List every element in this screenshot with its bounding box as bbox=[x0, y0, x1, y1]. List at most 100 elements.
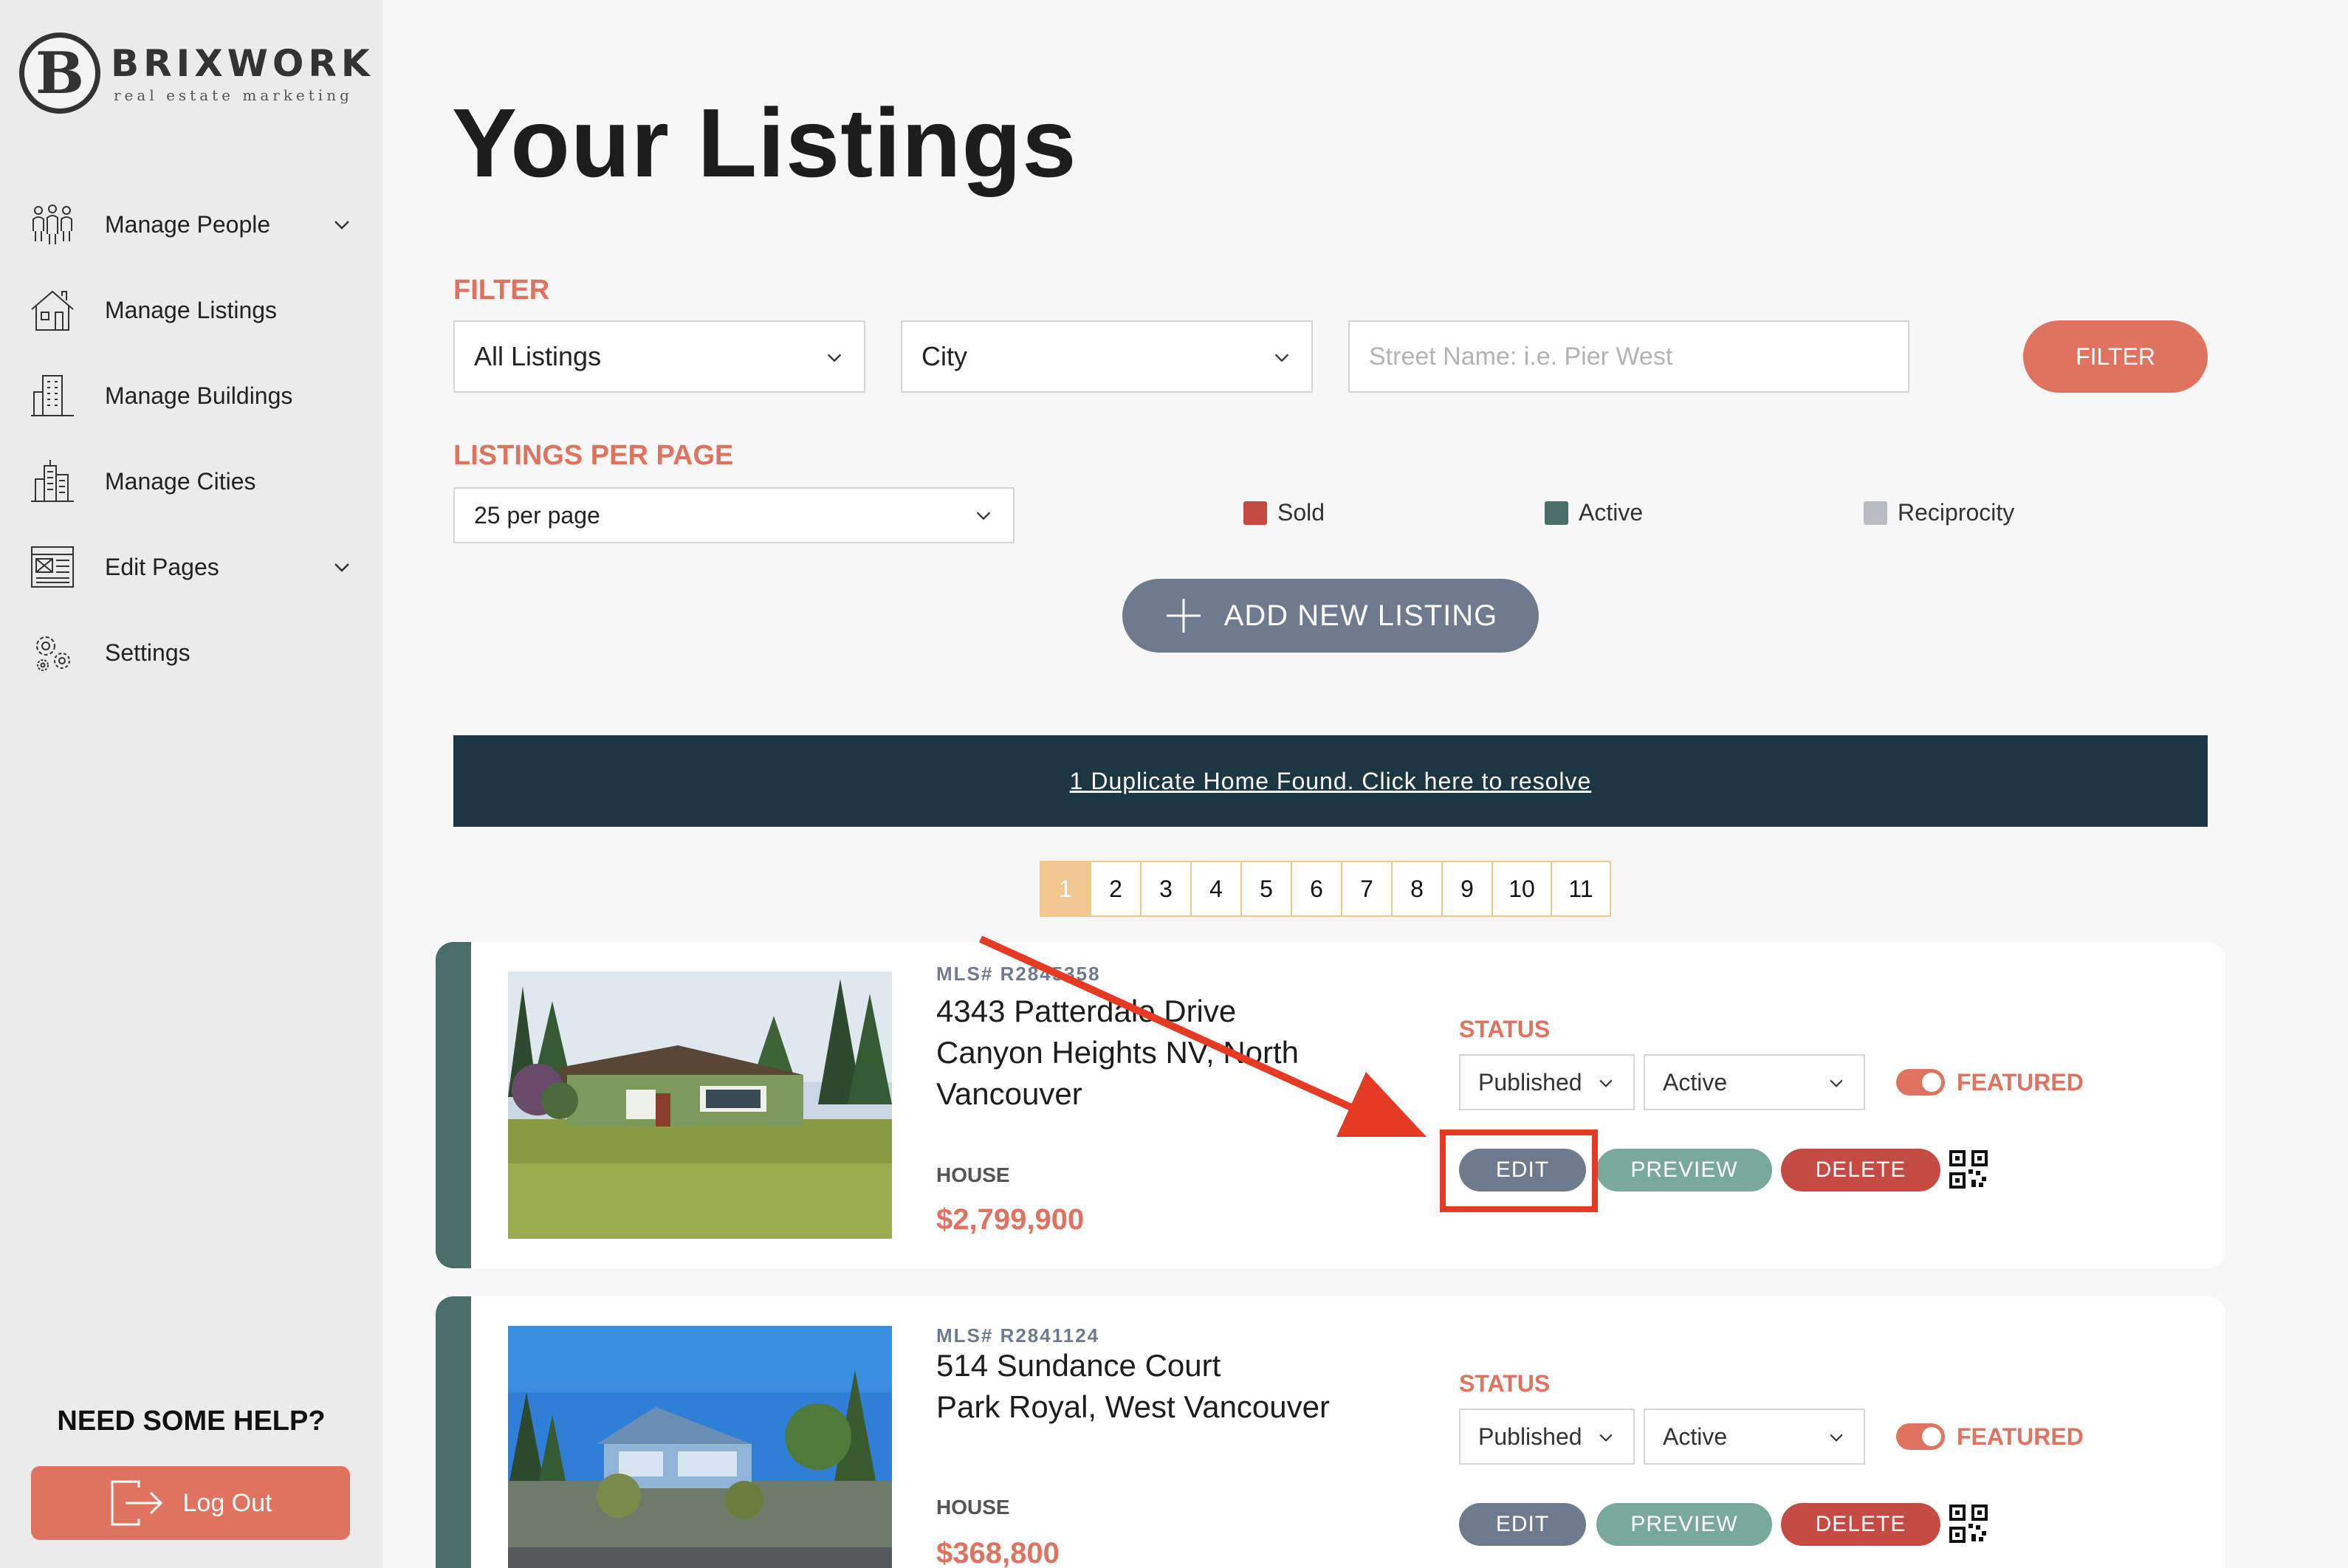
city-select[interactable]: City bbox=[901, 320, 1313, 393]
chevron-down-icon bbox=[1830, 1434, 1843, 1442]
chevron-down-icon bbox=[1599, 1434, 1613, 1442]
address-line-2: Park Royal, West Vancouver bbox=[936, 1389, 1330, 1424]
sidebar-nav: Manage People Manage Listings Manage Bui… bbox=[0, 182, 382, 695]
legend-active: Active bbox=[1545, 499, 1643, 526]
listing-card: MLS# R2841124 514 Sundance Court Park Ro… bbox=[436, 1296, 2225, 1568]
listing-status-select[interactable]: Active bbox=[1644, 1409, 1865, 1465]
listing-address[interactable]: 4343 Patterdale Drive Canyon Heights NV,… bbox=[936, 991, 1394, 1115]
address-line-1: 4343 Patterdale Drive bbox=[936, 994, 1237, 1028]
page-button-4[interactable]: 4 bbox=[1190, 861, 1242, 917]
address-line-2: Canyon Heights NV, North Vancouver bbox=[936, 1035, 1300, 1111]
mls-number: MLS# R2845358 bbox=[936, 963, 1101, 985]
legend-label: Reciprocity bbox=[1898, 499, 2015, 526]
sidebar-item-settings[interactable]: Settings bbox=[0, 610, 382, 695]
listing-address[interactable]: 514 Sundance Court Park Royal, West Vanc… bbox=[936, 1345, 1394, 1428]
listing-price: $368,800 bbox=[936, 1537, 1060, 1568]
featured-label: FEATURED bbox=[1957, 1069, 2084, 1096]
sidebar-item-edit-pages[interactable]: Edit Pages bbox=[0, 524, 382, 610]
qr-code-icon[interactable] bbox=[1949, 1150, 1988, 1189]
sidebar-item-manage-listings[interactable]: Manage Listings bbox=[0, 267, 382, 353]
logout-button[interactable]: Log Out bbox=[31, 1466, 350, 1540]
chevron-down-icon[interactable] bbox=[331, 556, 353, 578]
page-title: Your Listings bbox=[452, 89, 1077, 197]
qr-code-icon[interactable] bbox=[1949, 1505, 1988, 1543]
listing-photo[interactable] bbox=[508, 972, 892, 1239]
brand-tagline: real estate marketing bbox=[114, 86, 353, 104]
listing-status-value: Active bbox=[1663, 1423, 1728, 1450]
listing-status-select[interactable]: Active bbox=[1644, 1054, 1865, 1110]
address-line-1: 514 Sundance Court bbox=[936, 1348, 1221, 1383]
legend-label: Sold bbox=[1277, 499, 1325, 526]
delete-button[interactable]: DELETE bbox=[1781, 1149, 1940, 1192]
logo-mark: B bbox=[19, 32, 100, 114]
listing-price: $2,799,900 bbox=[936, 1203, 1085, 1236]
legend-reciprocity: Reciprocity bbox=[1864, 499, 2014, 526]
chevron-down-icon[interactable] bbox=[331, 213, 353, 235]
status-color-bar bbox=[436, 942, 471, 1268]
page-icon bbox=[31, 546, 74, 588]
delete-button[interactable]: DELETE bbox=[1781, 1503, 1940, 1546]
listing-status-value: Active bbox=[1663, 1068, 1728, 1096]
page-button-7[interactable]: 7 bbox=[1341, 861, 1393, 917]
city-icon bbox=[31, 460, 74, 502]
legend-sold: Sold bbox=[1243, 499, 1325, 526]
preview-button[interactable]: PREVIEW bbox=[1596, 1149, 1772, 1192]
listing-type-select[interactable]: All Listings bbox=[453, 320, 865, 393]
duplicate-notice-banner: 1 Duplicate Home Found. Click here to re… bbox=[453, 735, 2208, 827]
edit-button[interactable]: EDIT bbox=[1459, 1149, 1586, 1192]
per-page-select[interactable]: 25 per page bbox=[453, 487, 1015, 543]
status-label: STATUS bbox=[1459, 1016, 1551, 1042]
plus-icon bbox=[1166, 599, 1201, 633]
active-swatch bbox=[1545, 501, 1568, 525]
page-button-5[interactable]: 5 bbox=[1240, 861, 1292, 917]
sold-swatch bbox=[1243, 501, 1267, 525]
reciprocity-swatch bbox=[1864, 501, 1887, 525]
publish-status-select[interactable]: Published bbox=[1459, 1054, 1635, 1110]
page-button-8[interactable]: 8 bbox=[1391, 861, 1443, 917]
page-button-1[interactable]: 1 bbox=[1040, 861, 1091, 917]
listing-type-value: All Listings bbox=[474, 341, 602, 371]
page-button-2[interactable]: 2 bbox=[1090, 861, 1142, 917]
sidebar-item-manage-people[interactable]: Manage People bbox=[0, 182, 382, 267]
publish-status-select[interactable]: Published bbox=[1459, 1409, 1635, 1465]
property-type: HOUSE bbox=[936, 1496, 1010, 1519]
featured-toggle[interactable] bbox=[1896, 1069, 1945, 1096]
page-button-3[interactable]: 3 bbox=[1140, 861, 1192, 917]
brand-logo[interactable]: B BRIXWORK real estate marketing bbox=[19, 32, 374, 114]
sidebar: B BRIXWORK real estate marketing Manage … bbox=[0, 0, 382, 1568]
chevron-down-icon bbox=[827, 354, 842, 362]
chevron-down-icon bbox=[1599, 1079, 1613, 1087]
sidebar-item-label: Edit Pages bbox=[105, 553, 219, 580]
brand-name: BRIXWORK bbox=[111, 42, 374, 85]
pagination: 1 2 3 4 5 6 7 8 9 10 11 bbox=[1040, 861, 1611, 917]
sidebar-item-manage-cities[interactable]: Manage Cities bbox=[0, 439, 382, 524]
page-button-10[interactable]: 10 bbox=[1491, 861, 1552, 917]
duplicate-resolve-link[interactable]: 1 Duplicate Home Found. Click here to re… bbox=[1070, 768, 1592, 795]
page-button-9[interactable]: 9 bbox=[1441, 861, 1493, 917]
city-value: City bbox=[921, 341, 967, 371]
house-icon bbox=[31, 290, 74, 331]
per-page-value: 25 per page bbox=[474, 501, 600, 529]
mls-number: MLS# R2841124 bbox=[936, 1324, 1100, 1347]
gears-icon bbox=[36, 636, 70, 671]
featured-label: FEATURED bbox=[1957, 1423, 2084, 1450]
building-icon bbox=[31, 375, 74, 416]
sidebar-item-label: Manage People bbox=[105, 210, 271, 238]
street-name-input[interactable] bbox=[1348, 320, 1909, 393]
listing-photo[interactable] bbox=[508, 1326, 892, 1568]
chevron-down-icon bbox=[1274, 354, 1289, 362]
page-button-11[interactable]: 11 bbox=[1551, 861, 1611, 917]
page-button-6[interactable]: 6 bbox=[1291, 861, 1342, 917]
per-page-label: LISTINGS PER PAGE bbox=[453, 440, 734, 471]
edit-button[interactable]: EDIT bbox=[1459, 1503, 1586, 1546]
preview-button[interactable]: PREVIEW bbox=[1596, 1503, 1772, 1546]
chevron-down-icon bbox=[1830, 1079, 1843, 1087]
sidebar-item-manage-buildings[interactable]: Manage Buildings bbox=[0, 353, 382, 439]
publish-status-value: Published bbox=[1478, 1423, 1582, 1450]
listing-card: MLS# R2845358 4343 Patterdale Drive Cany… bbox=[436, 942, 2225, 1268]
sidebar-item-label: Manage Cities bbox=[105, 467, 256, 495]
featured-toggle[interactable] bbox=[1896, 1423, 1945, 1450]
add-new-listing-button[interactable]: ADD NEW LISTING bbox=[1122, 579, 1539, 653]
add-new-listing-label: ADD NEW LISTING bbox=[1223, 599, 1498, 632]
filter-button[interactable]: FILTER bbox=[2023, 320, 2208, 393]
